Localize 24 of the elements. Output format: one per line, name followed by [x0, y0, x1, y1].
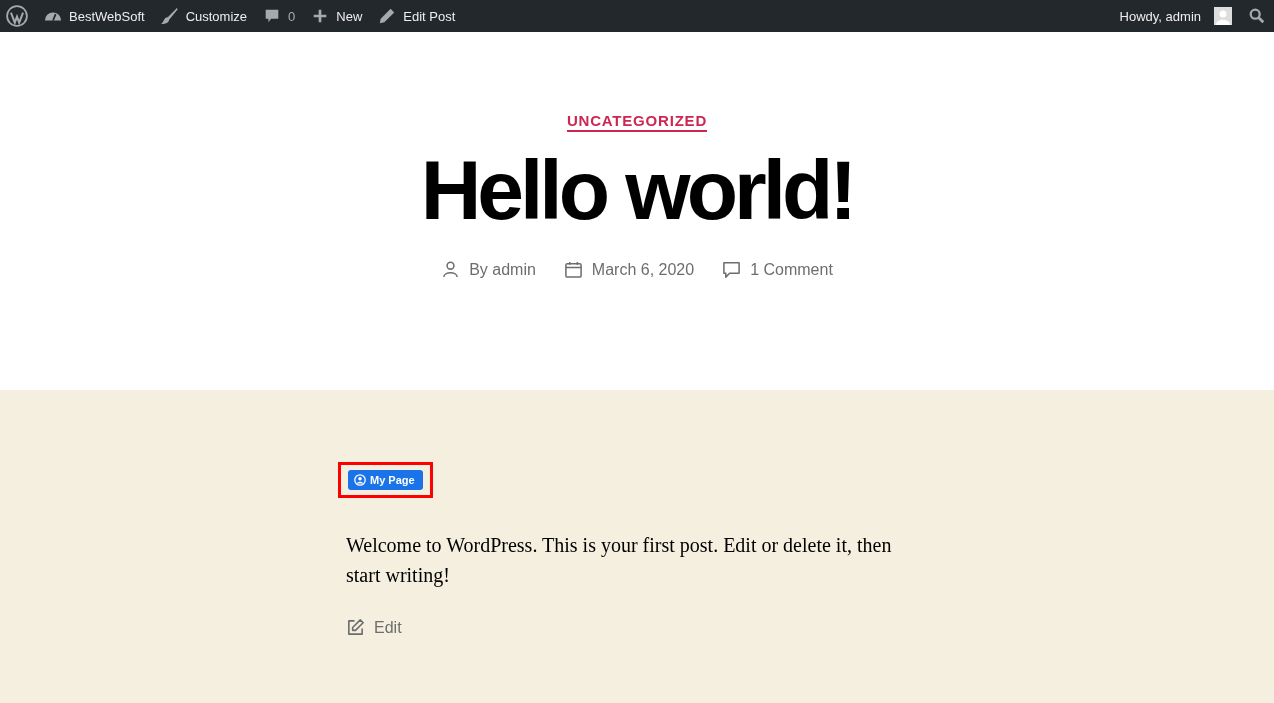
category-link[interactable]: UNCATEGORIZED	[566, 112, 708, 132]
author-link[interactable]: By admin	[469, 260, 536, 279]
site-menu-item[interactable]: BestWebSoft	[44, 7, 145, 25]
date-link[interactable]: March 6, 2020	[591, 260, 695, 279]
calendar-icon	[563, 260, 583, 280]
person-icon	[441, 260, 461, 280]
edit-link[interactable]: Edit	[346, 618, 928, 637]
comments-link[interactable]: 1 Comment	[750, 260, 833, 279]
post-paragraph: Welcome to WordPress. This is your first post. Edit or delete it, then start writing!	[346, 533, 893, 589]
wordpress-logo-icon[interactable]	[6, 5, 28, 27]
search-icon[interactable]	[1248, 7, 1266, 25]
account-menu-item[interactable]: Howdy, admin	[1119, 7, 1232, 25]
comments-menu-item[interactable]: 0	[263, 7, 296, 25]
edit-menu-item[interactable]: Edit Post	[378, 7, 456, 25]
my-page-button[interactable]: My Page	[348, 470, 423, 490]
user-circle-icon	[354, 474, 366, 486]
customize-menu-item[interactable]: Customize	[160, 7, 248, 25]
speech-bubble-icon	[722, 260, 742, 280]
post-title: Hello world!	[420, 144, 854, 237]
avatar-icon	[1214, 7, 1232, 25]
edit-icon	[346, 618, 365, 637]
new-menu-item[interactable]: New	[311, 7, 363, 25]
pencil-icon	[378, 7, 397, 25]
paintbrush-icon	[160, 7, 179, 25]
